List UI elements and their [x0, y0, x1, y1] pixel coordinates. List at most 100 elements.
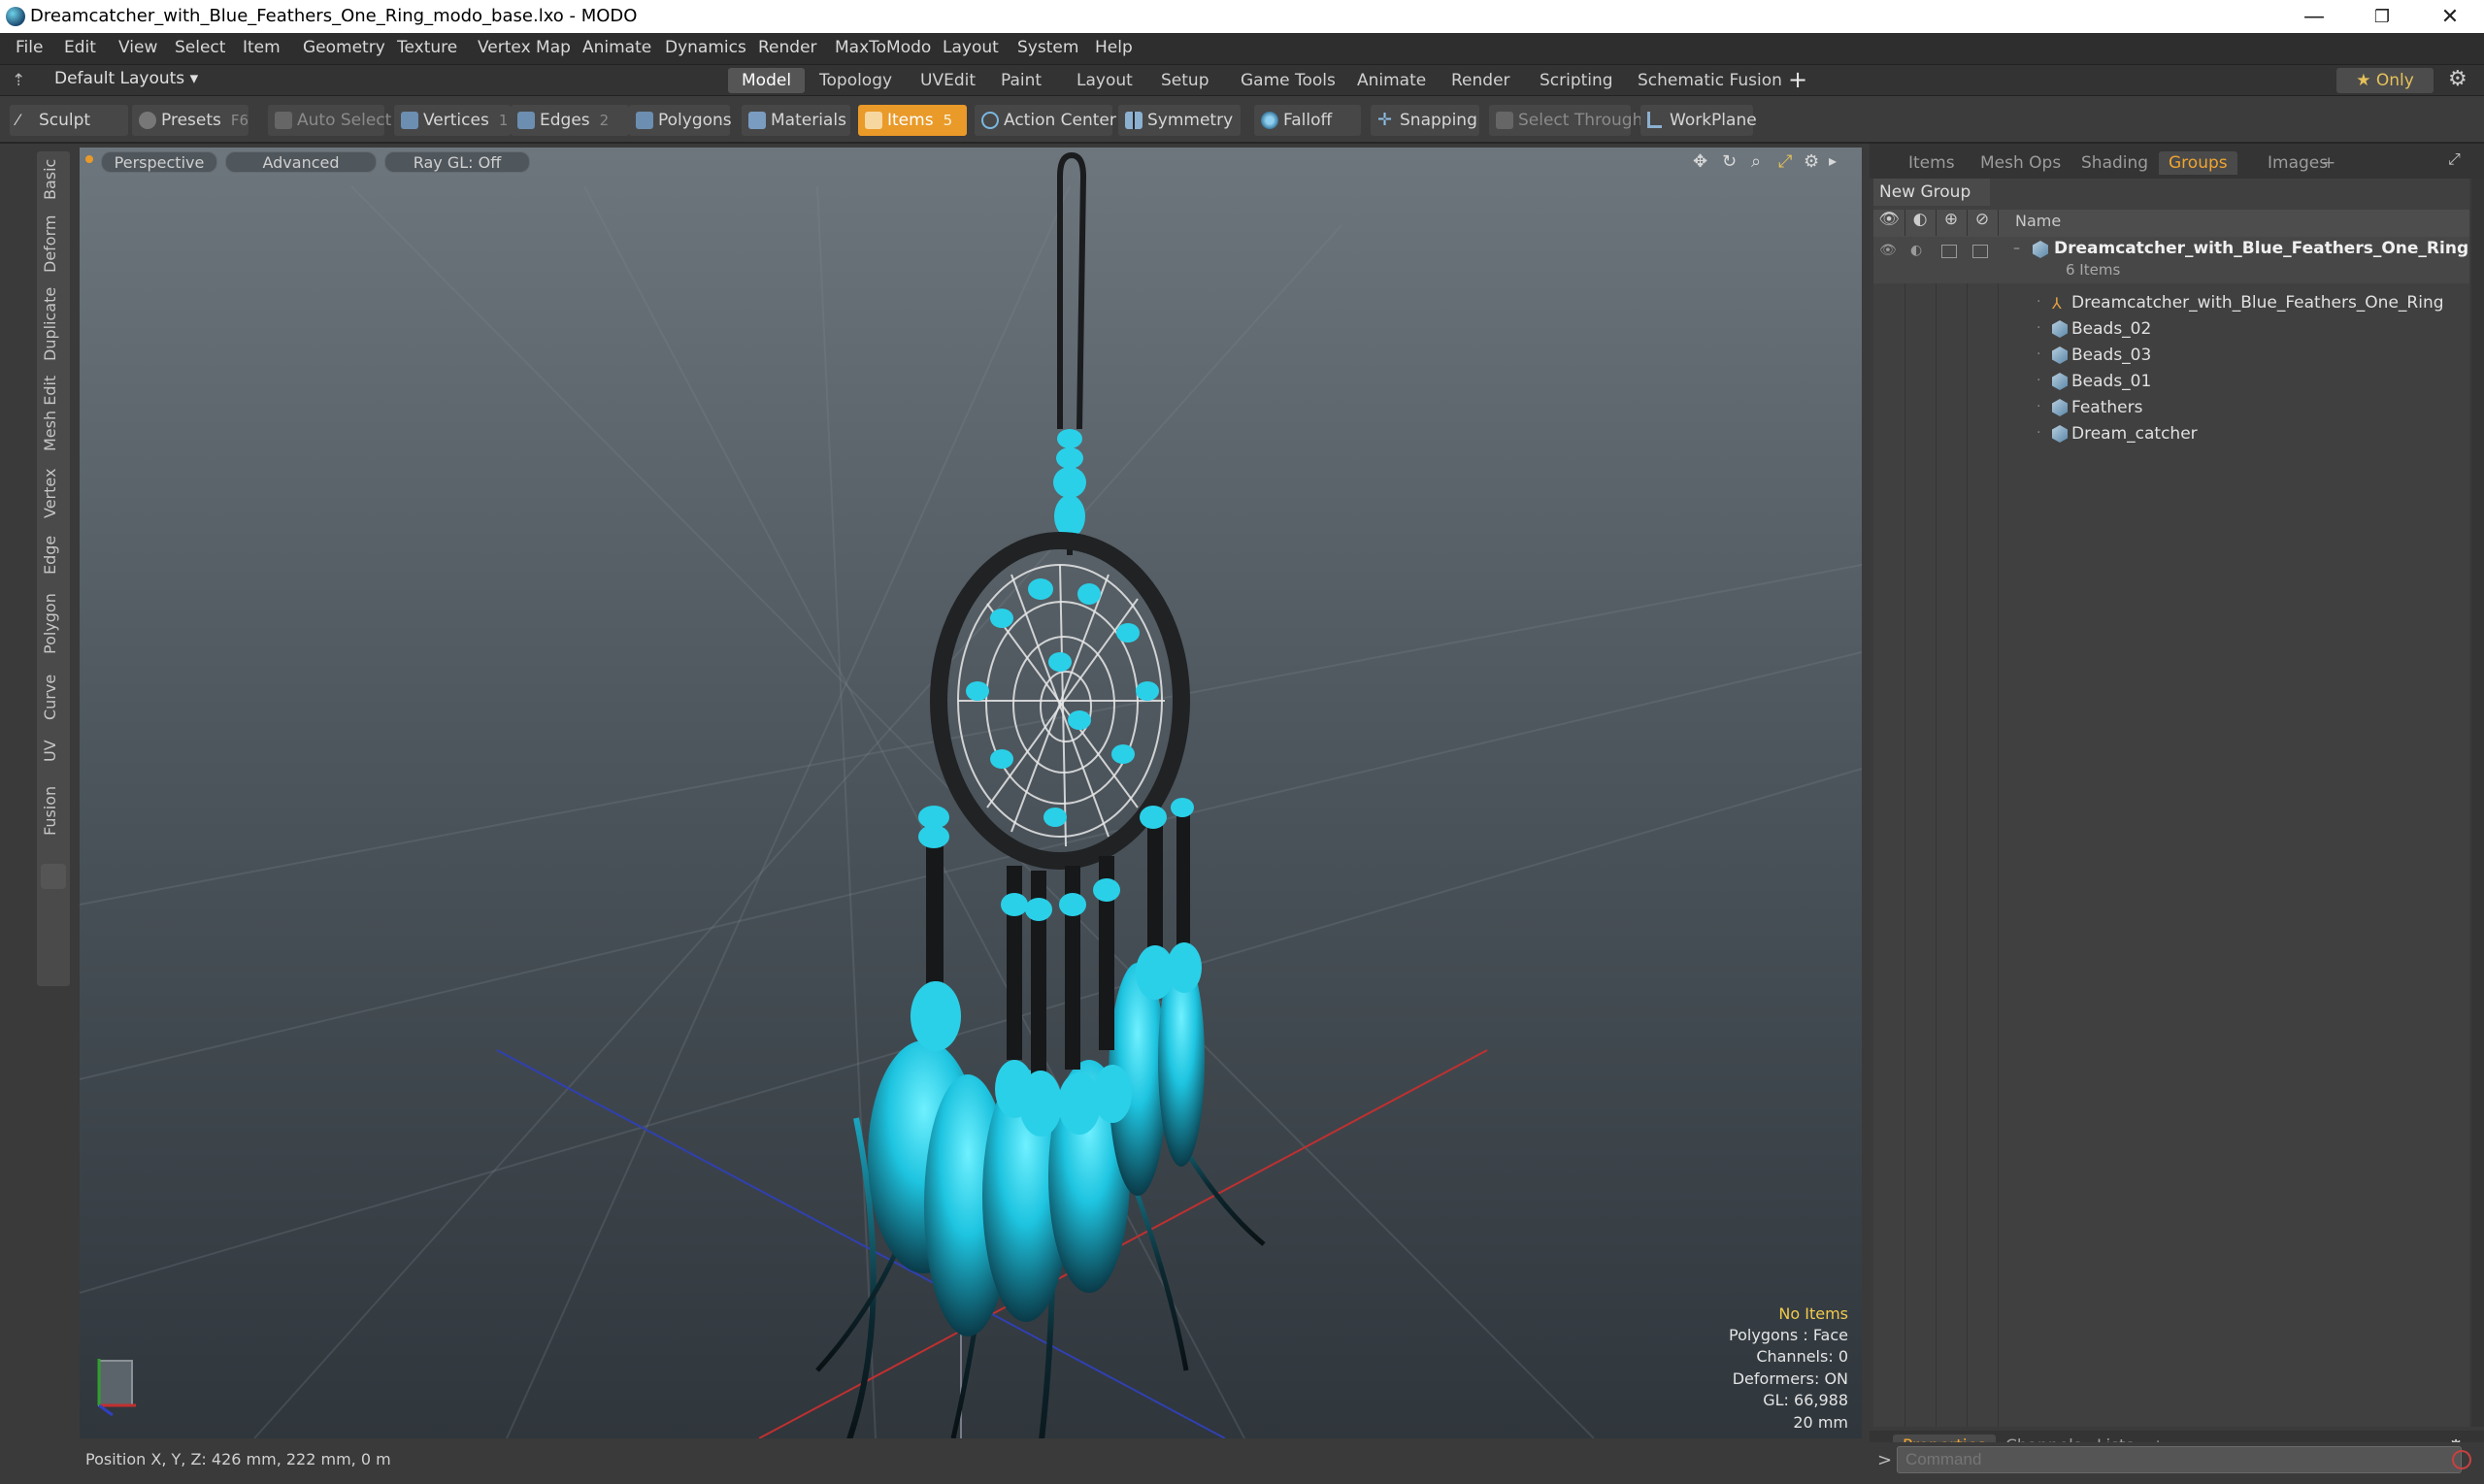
tab-animate[interactable]: Animate: [1343, 68, 1440, 93]
tab-layout[interactable]: Layout: [1063, 68, 1146, 93]
tree-dot-icon: ·: [2037, 294, 2041, 310]
menu-geometry[interactable]: Geometry: [303, 38, 385, 57]
menu-texture[interactable]: Texture: [397, 38, 457, 57]
list-item[interactable]: · Beads_03: [1873, 343, 2469, 369]
render-column-icon[interactable]: ◐: [1904, 210, 1937, 236]
action-center-button[interactable]: Action Center: [975, 105, 1116, 136]
minimize-button[interactable]: —: [2280, 0, 2348, 33]
falloff-button[interactable]: Falloff: [1254, 105, 1361, 136]
tab-fusion[interactable]: Fusion: [41, 776, 66, 844]
menu-help[interactable]: Help: [1095, 38, 1133, 57]
menu-layout[interactable]: Layout: [943, 38, 999, 57]
layout-arrow-icon[interactable]: ⇡: [12, 71, 25, 90]
tab-mesh-edit[interactable]: Mesh Edit: [41, 373, 66, 454]
gear-icon[interactable]: ⚙: [2448, 67, 2467, 91]
lock-toggle-box[interactable]: [1941, 245, 1957, 258]
add-panel-tab-button[interactable]: +: [2312, 151, 2345, 175]
auto-select-button[interactable]: Auto Select: [268, 105, 391, 136]
axis-gizmo: [97, 1359, 136, 1417]
list-item[interactable]: · Beads_02: [1873, 316, 2469, 343]
polygons-info: Polygons : Face: [1729, 1326, 1848, 1344]
list-item[interactable]: · Dream_catcher: [1873, 421, 2469, 447]
menu-render[interactable]: Render: [758, 38, 817, 57]
layout-selector[interactable]: Default Layouts ▾: [54, 69, 198, 88]
tab-basic[interactable]: Basic: [41, 155, 66, 204]
menu-animate[interactable]: Animate: [582, 38, 651, 57]
visibility-toggle-icon[interactable]: 👁: [1879, 243, 1897, 258]
tab-deform[interactable]: Deform: [41, 212, 66, 276]
snapping-button[interactable]: ✛ Snapping: [1371, 105, 1479, 136]
lock-column-icon[interactable]: ⊕: [1936, 210, 1968, 236]
tab-setup[interactable]: Setup: [1147, 68, 1222, 93]
command-input[interactable]: [1897, 1446, 2462, 1473]
tab-game-tools[interactable]: Game Tools: [1227, 68, 1349, 93]
tab-uv[interactable]: UV: [41, 732, 66, 771]
menu-file[interactable]: File: [16, 38, 43, 57]
list-item-label: Beads_02: [2071, 319, 2152, 339]
items-button[interactable]: Items 5: [858, 105, 967, 136]
vertices-button[interactable]: Vertices 1: [394, 105, 511, 136]
record-icon[interactable]: [2452, 1450, 2471, 1469]
list-item[interactable]: · Beads_01: [1873, 369, 2469, 395]
presets-button[interactable]: Presets F6: [132, 105, 248, 136]
tab-edge[interactable]: Edge: [41, 530, 66, 580]
tab-polygon[interactable]: Polygon: [41, 586, 66, 662]
tab-mesh-ops[interactable]: Mesh Ops: [1971, 151, 2070, 175]
menu-system[interactable]: System: [1017, 38, 1078, 57]
panel-toggle-button[interactable]: [41, 864, 66, 889]
tab-vertex[interactable]: Vertex: [41, 462, 66, 524]
deformers-info: Deformers: ON: [1732, 1369, 1848, 1388]
status-bar: Position X, Y, Z: 426 mm, 222 mm, 0 m: [80, 1442, 1862, 1478]
edges-button[interactable]: Edges 2: [511, 105, 629, 136]
menu-item[interactable]: Item: [243, 38, 281, 57]
tab-render[interactable]: Render: [1438, 68, 1524, 93]
tab-duplicate[interactable]: Duplicate: [41, 283, 66, 365]
list-item-label: Feathers: [2071, 398, 2143, 417]
select-toggle-box[interactable]: [1972, 245, 1988, 258]
scene-render: [80, 151, 1862, 1438]
collapse-arrow-icon[interactable]: –: [2013, 241, 2020, 256]
group-name: Dreamcatcher_with_Blue_Feathers_One_Ring…: [2054, 239, 2484, 258]
list-item[interactable]: · Feathers: [1873, 395, 2469, 421]
polygon-mode-icon: [636, 112, 653, 129]
visibility-column-icon[interactable]: 👁: [1873, 210, 1905, 236]
close-button[interactable]: ✕: [2416, 0, 2484, 33]
tab-schematic-fusion[interactable]: Schematic Fusion: [1624, 68, 1796, 93]
new-group-button[interactable]: New Group: [1873, 179, 1990, 206]
menu-select[interactable]: Select: [175, 38, 225, 57]
menu-vertex-map[interactable]: Vertex Map: [478, 38, 571, 57]
symmetry-button[interactable]: Symmetry: [1118, 105, 1241, 136]
group-row[interactable]: 👁 ◐ – Dreamcatcher_with_Blue_Feathers_On…: [1873, 237, 2484, 283]
action-center-icon: [981, 112, 999, 129]
menu-maxtomodo[interactable]: MaxToModo: [835, 38, 931, 57]
add-tab-button[interactable]: +: [1788, 66, 1807, 93]
scrollbar-track[interactable]: [2471, 179, 2484, 1427]
tab-paint[interactable]: Paint: [987, 68, 1055, 93]
materials-button[interactable]: Materials: [742, 105, 850, 136]
render-toggle-icon[interactable]: ◐: [1910, 243, 1922, 258]
tab-model[interactable]: Model: [728, 68, 806, 93]
only-button[interactable]: ★ Only: [2336, 68, 2434, 93]
tab-curve[interactable]: Curve: [41, 668, 66, 726]
tab-items[interactable]: Items: [1899, 151, 1965, 175]
tab-scripting[interactable]: Scripting: [1526, 68, 1627, 93]
tab-shading[interactable]: Shading: [2071, 151, 2158, 175]
sculpt-button[interactable]: ⁄ Sculpt: [10, 105, 128, 136]
select-column-icon[interactable]: ⊘: [1967, 210, 1999, 236]
menu-dynamics[interactable]: Dynamics: [665, 38, 746, 57]
list-item[interactable]: · ⅄ Dreamcatcher_with_Blue_Feathers_One_…: [1873, 290, 2469, 316]
workplane-button[interactable]: WorkPlane: [1640, 105, 1757, 136]
maximize-button[interactable]: ❐: [2348, 0, 2416, 33]
menu-view[interactable]: View: [118, 38, 157, 57]
tab-topology[interactable]: Topology: [806, 68, 906, 93]
tab-uvedit[interactable]: UVEdit: [907, 68, 989, 93]
tab-groups[interactable]: Groups: [2159, 151, 2237, 175]
list-item-label: Beads_01: [2071, 372, 2152, 391]
polygons-button[interactable]: Polygons: [629, 105, 732, 136]
3d-viewport[interactable]: Perspective Advanced Ray GL: Off ✥ ↻ ⌕ ⤢…: [80, 148, 1862, 1438]
symmetry-icon: [1125, 112, 1143, 129]
expand-icon[interactable]: ⤢: [2448, 149, 2461, 169]
menu-edit[interactable]: Edit: [64, 38, 96, 57]
select-through-button[interactable]: Select Through: [1489, 105, 1642, 136]
hanging-loop: [1057, 151, 1087, 430]
